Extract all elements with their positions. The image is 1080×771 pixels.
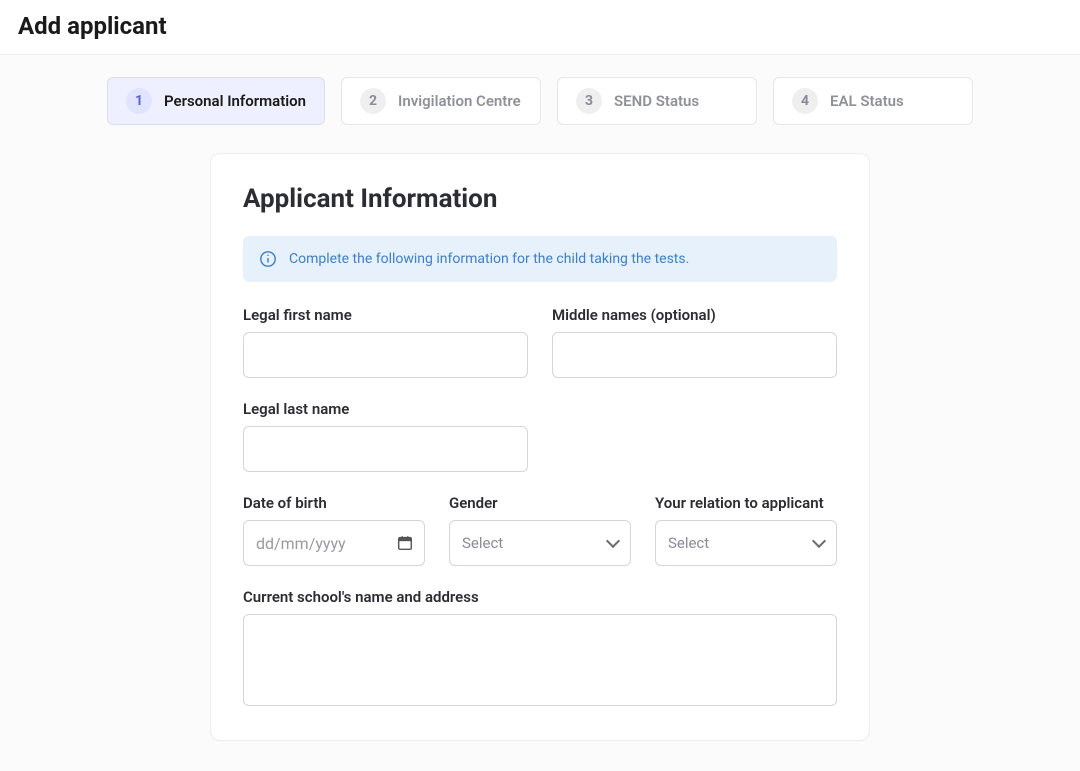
step-number-badge: 1 <box>126 88 152 114</box>
calendar-icon <box>396 534 414 552</box>
middle-names-label: Middle names (optional) <box>552 306 837 324</box>
school-textarea[interactable] <box>243 614 837 706</box>
step-number-badge: 4 <box>792 88 818 114</box>
step-label: Invigilation Centre <box>398 92 521 110</box>
info-icon <box>259 250 277 268</box>
card-title: Applicant Information <box>243 184 837 214</box>
last-name-label: Legal last name <box>243 400 528 418</box>
step-label: SEND Status <box>614 92 699 110</box>
stepper: 1 Personal Information 2 Invigilation Ce… <box>0 77 1080 125</box>
step-label: Personal Information <box>164 92 306 110</box>
school-label: Current school's name and address <box>243 588 837 606</box>
first-name-label: Legal first name <box>243 306 528 324</box>
middle-names-input[interactable] <box>552 332 837 378</box>
step-personal-information[interactable]: 1 Personal Information <box>107 77 325 125</box>
step-number-badge: 2 <box>360 88 386 114</box>
relation-placeholder: Select <box>668 534 709 552</box>
step-send-status[interactable]: 3 SEND Status <box>557 77 757 125</box>
dob-label: Date of birth <box>243 494 425 512</box>
dob-input[interactable]: dd/mm/yyyy <box>243 520 425 566</box>
info-banner: Complete the following information for t… <box>243 236 837 282</box>
chevron-down-icon <box>606 534 620 548</box>
content-area: 1 Personal Information 2 Invigilation Ce… <box>0 55 1080 771</box>
relation-label: Your relation to applicant <box>655 494 837 512</box>
step-label: EAL Status <box>830 92 904 110</box>
gender-placeholder: Select <box>462 534 503 552</box>
info-banner-text: Complete the following information for t… <box>289 251 689 267</box>
step-invigilation-centre[interactable]: 2 Invigilation Centre <box>341 77 541 125</box>
relation-select[interactable]: Select <box>655 520 837 566</box>
step-eal-status[interactable]: 4 EAL Status <box>773 77 973 125</box>
gender-label: Gender <box>449 494 631 512</box>
gender-select[interactable]: Select <box>449 520 631 566</box>
applicant-form-card: Applicant Information Complete the follo… <box>210 153 870 741</box>
first-name-input[interactable] <box>243 332 528 378</box>
page-title: Add applicant <box>0 0 1080 54</box>
last-name-input[interactable] <box>243 426 528 472</box>
chevron-down-icon <box>812 534 826 548</box>
step-number-badge: 3 <box>576 88 602 114</box>
dob-placeholder: dd/mm/yyyy <box>256 534 346 553</box>
